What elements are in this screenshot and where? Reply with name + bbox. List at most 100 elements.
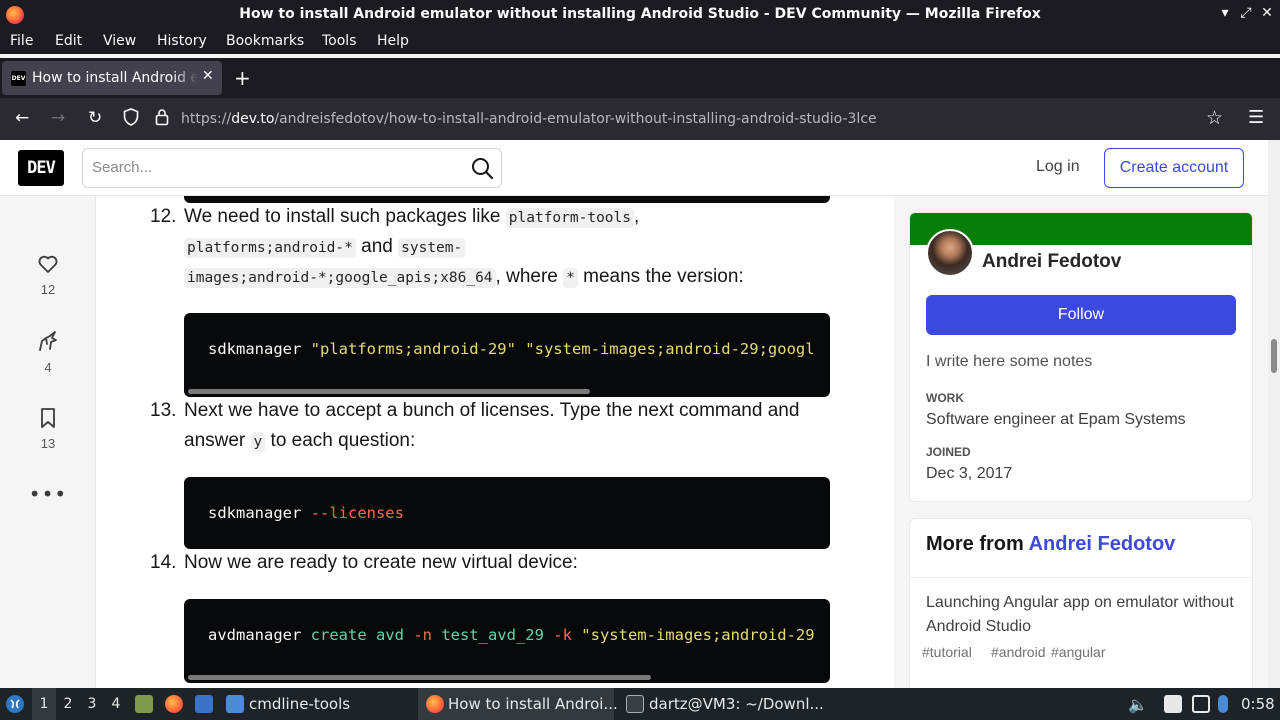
volume-icon[interactable]: 🔈	[1128, 695, 1148, 714]
more-from-heading: More from Andrei Fedotov	[926, 533, 1176, 555]
login-link[interactable]: Log in	[1036, 158, 1080, 176]
tab-strip: DEV How to install Android emulator with…	[0, 58, 1280, 98]
page-scrollbar-thumb[interactable]	[1271, 339, 1277, 373]
menu-tools[interactable]: Tools	[322, 33, 357, 49]
code-line: avdmanager create avd -n test_avd_29 -k …	[208, 626, 815, 644]
folder-icon	[226, 695, 244, 713]
clipboard-icon[interactable]	[1164, 695, 1182, 713]
terminal-icon	[626, 695, 644, 713]
page-scrollbar[interactable]	[1268, 140, 1280, 688]
menu-bar: File Edit View History Bookmarks Tools H…	[0, 30, 1280, 54]
unicorn-reaction-button[interactable]: 4	[28, 330, 68, 375]
more-from-author-link[interactable]: Andrei Fedotov	[1029, 533, 1176, 555]
new-tab-icon[interactable]: +	[234, 66, 251, 90]
search-input[interactable]: Search...	[82, 148, 502, 188]
taskbar-item-terminal[interactable]: dartz@VM3: ~/Downl...	[649, 695, 824, 713]
forward-icon[interactable]: →	[51, 108, 65, 128]
workspace-3[interactable]: 3	[81, 688, 103, 720]
firefox-launcher-icon[interactable]	[165, 695, 183, 713]
tag-link[interactable]: #angular	[1051, 644, 1106, 660]
clock[interactable]: 0:58	[1241, 695, 1275, 713]
unicorn-count: 4	[44, 360, 52, 375]
menu-view[interactable]: View	[103, 33, 136, 49]
more-options-icon[interactable]: •••	[28, 482, 68, 506]
workspace-1[interactable]: 1	[33, 688, 55, 720]
code-horizontal-scrollbar[interactable]	[188, 389, 590, 394]
step-14-line-1: Now we are ready to create new virtual d…	[184, 552, 578, 573]
joined-value: Dec 3, 2017	[926, 465, 1013, 482]
back-icon[interactable]: ←	[15, 108, 29, 128]
desktop-launcher-icon[interactable]	[195, 695, 213, 713]
search-placeholder: Search...	[92, 159, 153, 176]
heart-reaction-button[interactable]: 12	[28, 252, 68, 297]
reactions-sidebar: 12 4 13 •••	[0, 196, 96, 688]
joined-label: JOINED	[926, 445, 971, 459]
search-icon[interactable]	[471, 157, 493, 179]
author-bio: I write here some notes	[926, 353, 1093, 370]
tab-title: How to install Android emulator without …	[32, 70, 198, 86]
bookmark-count: 13	[40, 436, 56, 451]
window-titlebar: How to install Android emulator without …	[0, 0, 1280, 30]
menu-bookmarks[interactable]: Bookmarks	[226, 33, 304, 49]
code-line: sdkmanager --licenses	[208, 504, 404, 522]
menu-history[interactable]: History	[157, 33, 207, 49]
taskbar-item-firefox[interactable]: How to install Androi...	[448, 695, 618, 713]
step-number-12: 12.	[150, 206, 177, 227]
taskbar-item-cmdline-tools[interactable]: cmdline-tools	[249, 695, 350, 713]
more-post-title[interactable]: Launching Angular app on emulator withou…	[926, 591, 1246, 639]
menu-help[interactable]: Help	[377, 33, 409, 49]
browser-tab[interactable]: DEV How to install Android emulator with…	[2, 61, 222, 95]
step-12-line-1: We need to install such packages like pl…	[184, 206, 640, 228]
create-account-button[interactable]: Create account	[1104, 148, 1244, 188]
heart-icon	[38, 255, 58, 273]
minimize-icon[interactable]: ▾	[1216, 5, 1234, 21]
url-bar[interactable]: https://dev.to/andreisfedotov/how-to-ins…	[118, 102, 1236, 136]
menu-edit[interactable]: Edit	[55, 33, 82, 49]
display-icon[interactable]	[1192, 695, 1210, 713]
dev-logo[interactable]: DEV	[18, 150, 64, 186]
step-13-line-1: Next we have to accept a bunch of licens…	[184, 400, 800, 421]
file-manager-launcher-icon[interactable]	[135, 695, 153, 713]
workspace-2[interactable]: 2	[57, 688, 79, 720]
code-horizontal-scrollbar[interactable]	[188, 675, 651, 680]
code-block-sdkmanager-install[interactable]: sdkmanager "platforms;android-29" "syste…	[184, 313, 830, 397]
web-page: 12. We need to install such packages lik…	[0, 140, 1280, 688]
url-text[interactable]: https://dev.to/andreisfedotov/how-to-ins…	[181, 111, 877, 127]
start-menu-icon[interactable]	[5, 694, 25, 714]
bookmark-reaction-button[interactable]: 13	[28, 406, 68, 451]
author-profile-card: Andrei Fedotov Follow I write here some …	[909, 212, 1253, 502]
author-name[interactable]: Andrei Fedotov	[982, 251, 1121, 273]
step-number-14: 14.	[150, 552, 177, 573]
navigation-bar: ← → ↻ https://dev.to/andreisfedotov/how-…	[0, 98, 1280, 140]
divider	[910, 577, 1254, 578]
dev-favicon-icon: DEV	[11, 71, 26, 86]
firefox-icon	[426, 695, 444, 713]
lock-icon[interactable]	[155, 108, 169, 126]
code-block-avdmanager[interactable]: avdmanager create avd -n test_avd_29 -k …	[184, 599, 830, 683]
network-icon[interactable]	[1218, 695, 1228, 713]
code-block-sdkmanager-licenses[interactable]: sdkmanager --licenses	[184, 477, 830, 549]
author-avatar[interactable]	[926, 229, 974, 277]
bookmark-icon	[41, 408, 55, 428]
site-header: DEV Search... Log in Create account	[0, 140, 1268, 196]
more-from-author-card: More from Andrei Fedotov Launching Angul…	[909, 518, 1254, 688]
follow-button[interactable]: Follow	[926, 295, 1236, 335]
code-line: sdkmanager "platforms;android-29" "syste…	[208, 340, 815, 358]
step-12-line-3: images;android-*;google_apis;x86_64, whe…	[184, 266, 744, 288]
reload-icon[interactable]: ↻	[88, 108, 102, 128]
step-12-line-2: platforms;android-* and system-	[184, 236, 466, 258]
heart-count: 12	[40, 282, 56, 297]
menu-file[interactable]: File	[10, 33, 33, 49]
hamburger-menu-icon[interactable]: ☰	[1248, 107, 1264, 128]
workspace-4[interactable]: 4	[105, 688, 127, 720]
bookmark-star-icon[interactable]: ☆	[1206, 107, 1223, 129]
taskbar: 1 2 3 4 cmdline-tools How to install And…	[0, 688, 1280, 720]
tracking-protection-shield-icon[interactable]	[123, 108, 139, 126]
close-icon[interactable]: ✕	[1258, 5, 1276, 21]
tag-link[interactable]: #tutorial	[922, 644, 972, 660]
step-13-line-2: answer y to each question:	[184, 430, 416, 452]
maximize-icon[interactable]: ⤢	[1237, 5, 1255, 21]
tab-close-icon[interactable]: ✕	[202, 68, 214, 84]
tag-link[interactable]: #android	[991, 644, 1046, 660]
work-label: WORK	[926, 391, 964, 405]
